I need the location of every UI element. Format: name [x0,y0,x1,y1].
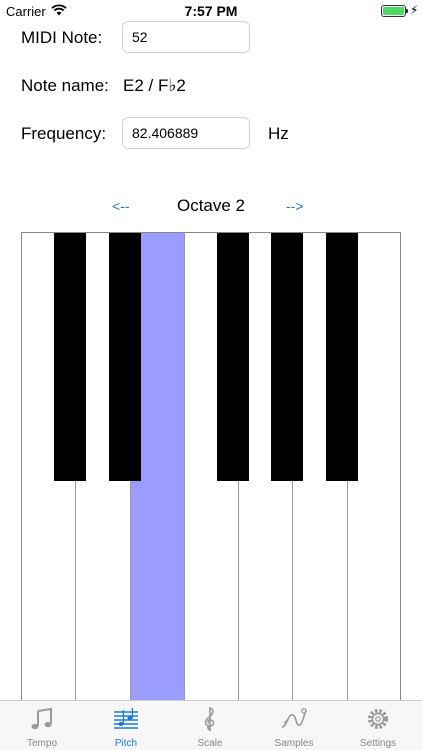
midi-note-label: MIDI Note: [21,28,103,47]
midi-note-input[interactable] [122,21,250,53]
waveform-icon [281,708,307,728]
tab-scale[interactable]: Scale [168,701,252,750]
black-key[interactable] [325,233,358,481]
black-key[interactable] [54,233,87,481]
tab-tempo-label: Tempo [26,738,57,749]
black-key[interactable] [217,233,250,481]
tab-scale-label: Scale [197,738,223,749]
gear-icon [368,709,388,729]
tab-settings[interactable]: Settings [336,701,420,750]
tab-bar: Tempo Pitch Scale Samples Settings [0,700,422,750]
frequency-label: Frequency: [21,124,107,143]
tab-samples[interactable]: Samples [252,701,336,750]
black-key[interactable] [108,233,141,481]
tab-tempo[interactable]: Tempo [0,701,84,750]
next-octave-button[interactable]: --> [286,198,304,214]
treble-clef-icon [204,706,215,731]
status-bar: Carrier 7:57 PM ⚡︎ [0,0,422,22]
tab-pitch[interactable]: Pitch [84,701,168,750]
octave-label: Octave 2 [176,196,246,215]
tab-settings-label: Settings [359,738,397,749]
black-key[interactable] [271,233,304,481]
charging-bolt-icon: ⚡︎ [410,3,419,17]
note-name-label: Note name: [21,76,109,95]
tab-samples-label: Samples [274,738,314,749]
tab-pitch-label: Pitch [114,738,138,749]
note-name-value: E2 / F♭2 [123,76,186,95]
staff-icon [114,708,138,729]
battery-icon [381,5,406,17]
music-note-icon [31,707,52,730]
battery-tip [406,9,408,13]
frequency-input[interactable] [122,117,250,149]
frequency-unit: Hz [268,124,289,143]
clock: 7:57 PM [184,3,238,19]
piano-keyboard [21,232,401,702]
